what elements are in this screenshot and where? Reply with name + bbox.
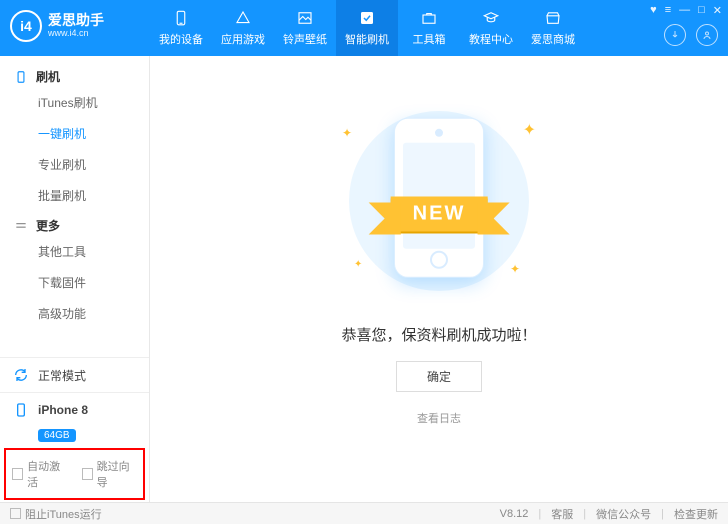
nav-label: 应用游戏 xyxy=(221,31,265,47)
device-phone-icon xyxy=(12,401,30,419)
sidebar-section-flash: 刷机 xyxy=(0,62,149,87)
download-button[interactable] xyxy=(664,24,686,46)
wechat-link[interactable]: 微信公众号 xyxy=(596,506,651,522)
sidebar-bottom: 正常模式 iPhone 8 64GB 自动激活 跳过向导 xyxy=(0,357,149,502)
options-highlight: 自动激活 跳过向导 xyxy=(4,448,145,500)
ribbon-text: NEW xyxy=(391,196,488,231)
more-icon xyxy=(14,219,28,233)
sparkle-icon: ✦ xyxy=(523,120,536,140)
customer-service-link[interactable]: 客服 xyxy=(551,506,573,522)
store-icon xyxy=(544,9,562,27)
logo-icon: i4 xyxy=(10,10,42,42)
nav-my-device[interactable]: 我的设备 xyxy=(150,0,212,56)
status-bar: 阻止iTunes运行 V8.12 | 客服 | 微信公众号 | 检查更新 xyxy=(0,502,728,524)
nav-ringtones[interactable]: 铃声壁纸 xyxy=(274,0,336,56)
close-icon[interactable]: ✕ xyxy=(713,4,722,17)
wallpaper-icon xyxy=(296,9,314,27)
auto-activate-checkbox[interactable]: 自动激活 xyxy=(12,458,68,490)
nav-apps[interactable]: 应用游戏 xyxy=(212,0,274,56)
toolbox-icon xyxy=(420,9,438,27)
skip-guide-checkbox[interactable]: 跳过向导 xyxy=(82,458,138,490)
nav-tutorials[interactable]: 教程中心 xyxy=(460,0,522,56)
success-message: 恭喜您，保资料刷机成功啦！ xyxy=(341,324,536,345)
nav-label: 爱思商城 xyxy=(531,31,575,47)
main-nav: 我的设备 应用游戏 铃声壁纸 智能刷机 工具箱 教程中心 爱思商城 xyxy=(150,0,584,56)
separator: | xyxy=(538,508,541,520)
nav-label: 铃声壁纸 xyxy=(283,31,327,47)
checkbox-icon xyxy=(82,468,93,480)
checkbox-icon xyxy=(12,468,23,480)
separator: | xyxy=(661,508,664,520)
section-title: 更多 xyxy=(36,217,60,234)
check-update-link[interactable]: 检查更新 xyxy=(674,506,718,522)
sidebar: 刷机 iTunes刷机 一键刷机 专业刷机 批量刷机 更多 其他工具 下载固件 … xyxy=(0,56,150,502)
main-area: 刷机 iTunes刷机 一键刷机 专业刷机 批量刷机 更多 其他工具 下载固件 … xyxy=(0,56,728,502)
checkbox-label: 阻止iTunes运行 xyxy=(25,506,102,522)
checkbox-label: 跳过向导 xyxy=(97,458,137,490)
block-itunes-checkbox[interactable]: 阻止iTunes运行 xyxy=(10,506,102,522)
nav-toolbox[interactable]: 工具箱 xyxy=(398,0,460,56)
app-header: i4 爱思助手 www.i4.cn 我的设备 应用游戏 铃声壁纸 智能刷机 工具… xyxy=(0,0,728,56)
minimize-icon[interactable]: — xyxy=(679,4,690,17)
maximize-icon[interactable]: □ xyxy=(698,4,705,17)
apps-icon xyxy=(234,9,252,27)
sidebar-scroll: 刷机 iTunes刷机 一键刷机 专业刷机 批量刷机 更多 其他工具 下载固件 … xyxy=(0,56,149,357)
sidebar-item-download-fw[interactable]: 下载固件 xyxy=(0,267,149,298)
nav-label: 智能刷机 xyxy=(345,31,389,47)
app-title: 爱思助手 xyxy=(48,13,104,27)
view-log-link[interactable]: 查看日志 xyxy=(417,410,461,426)
logo-area: i4 爱思助手 www.i4.cn xyxy=(0,0,150,42)
phone-outline-icon xyxy=(14,70,28,84)
sidebar-item-batch-flash[interactable]: 批量刷机 xyxy=(0,180,149,211)
version-label: V8.12 xyxy=(500,508,529,520)
nav-label: 我的设备 xyxy=(159,31,203,47)
header-actions xyxy=(664,24,718,46)
sidebar-item-itunes-flash[interactable]: iTunes刷机 xyxy=(0,87,149,118)
mode-row[interactable]: 正常模式 xyxy=(0,357,149,392)
menu-icon[interactable]: ≡ xyxy=(665,4,671,17)
window-controls: ♥ ≡ — □ ✕ xyxy=(650,4,722,17)
sparkle-icon: ✦ xyxy=(342,126,352,140)
refresh-icon xyxy=(12,366,30,384)
nav-label: 教程中心 xyxy=(469,31,513,47)
checkbox-icon xyxy=(10,508,21,519)
confirm-button[interactable]: 确定 xyxy=(396,361,482,392)
device-name: iPhone 8 xyxy=(38,403,88,417)
section-title: 刷机 xyxy=(36,68,60,85)
nav-store[interactable]: 爱思商城 xyxy=(522,0,584,56)
app-subtitle: www.i4.cn xyxy=(48,27,104,39)
phone-icon xyxy=(172,9,190,27)
sidebar-item-pro-flash[interactable]: 专业刷机 xyxy=(0,149,149,180)
sparkle-icon: ✦ xyxy=(354,259,362,270)
sidebar-item-other-tools[interactable]: 其他工具 xyxy=(0,236,149,267)
storage-badge: 64GB xyxy=(38,429,76,442)
nav-flash[interactable]: 智能刷机 xyxy=(336,0,398,56)
settings-icon[interactable]: ♥ xyxy=(650,4,657,17)
device-row[interactable]: iPhone 8 64GB xyxy=(0,392,149,448)
logo-text: 爱思助手 www.i4.cn xyxy=(48,13,104,39)
checkbox-label: 自动激活 xyxy=(27,458,67,490)
sidebar-section-more: 更多 xyxy=(0,211,149,236)
graduation-icon xyxy=(482,9,500,27)
mode-label: 正常模式 xyxy=(38,367,86,384)
nav-label: 工具箱 xyxy=(413,31,446,47)
sidebar-item-advanced[interactable]: 高级功能 xyxy=(0,298,149,329)
sparkle-icon: ✦ xyxy=(510,262,520,276)
illus-ribbon: NEW xyxy=(391,196,488,231)
success-illustration: ✦ ✦ ✦ ✦ NEW xyxy=(324,96,554,306)
user-button[interactable] xyxy=(696,24,718,46)
sidebar-item-oneclick-flash[interactable]: 一键刷机 xyxy=(0,118,149,149)
flash-icon xyxy=(358,9,376,27)
separator: | xyxy=(583,508,586,520)
content-panel: ✦ ✦ ✦ ✦ NEW 恭喜您，保资料刷机成功啦！ 确定 查看日志 xyxy=(150,56,728,502)
